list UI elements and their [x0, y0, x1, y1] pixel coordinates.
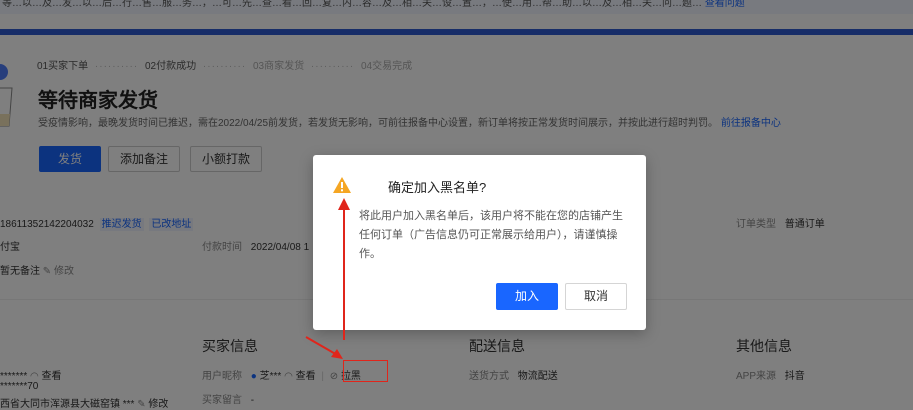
- dialog-body: 将此用户加入黑名单后，该用户将不能在您的店铺产生任何订单（广告信息仍可正常展示给…: [359, 210, 623, 260]
- dialog-title: 确定加入黑名单?: [388, 180, 487, 195]
- blacklist-highlight-box: [343, 360, 388, 382]
- confirm-add-button[interactable]: 加入: [496, 283, 558, 310]
- blacklist-confirm-dialog: 确定加入黑名单? 将此用户加入黑名单后，该用户将不能在您的店铺产生任何订单（广告…: [313, 155, 646, 330]
- warning-icon: [333, 177, 351, 193]
- cancel-button[interactable]: 取消: [565, 283, 627, 310]
